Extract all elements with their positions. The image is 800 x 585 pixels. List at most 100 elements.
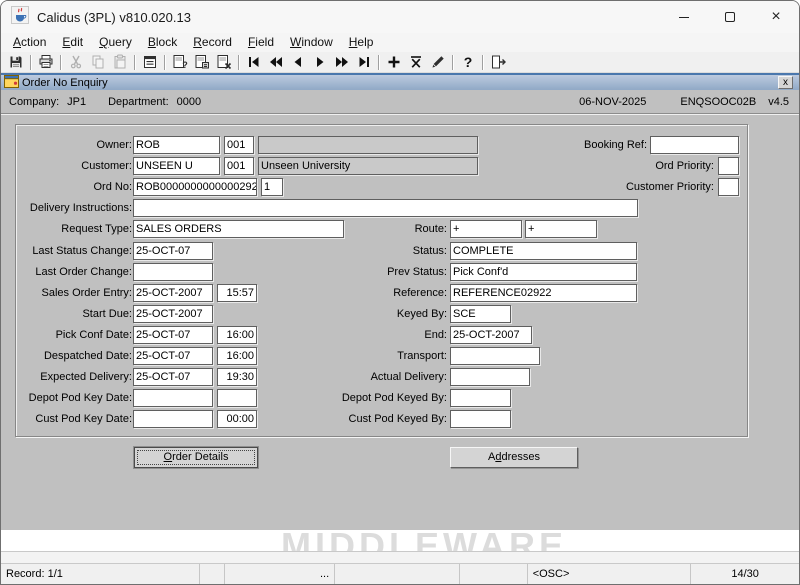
first-record-icon[interactable] (243, 53, 265, 71)
last-order-change-input[interactable] (133, 263, 213, 281)
customer-input[interactable]: UNSEEN U (133, 157, 220, 175)
owner-input[interactable]: ROB (133, 136, 220, 154)
list-values-icon[interactable] (139, 53, 161, 71)
enter-query-icon[interactable]: ? (169, 53, 191, 71)
transport-input[interactable] (450, 347, 540, 365)
toolbar-separator (238, 55, 240, 70)
route-input-1[interactable]: + (450, 220, 522, 238)
menu-item-field[interactable]: Field (240, 34, 282, 51)
booking-ref-input[interactable] (650, 136, 739, 154)
close-button[interactable]: × (753, 1, 799, 33)
despatched-date-label: Despatched Date: (18, 350, 132, 362)
depot-pod-key-date-input[interactable] (133, 389, 213, 407)
window-title: Calidus (3PL) v810.020.13 (37, 10, 191, 25)
customer-name-display: Unseen University (258, 157, 478, 175)
expected-delivery-date-input[interactable]: 25-OCT-07 (133, 368, 213, 386)
current-date: 06-NOV-2025 (579, 96, 646, 108)
paste-icon (109, 53, 131, 71)
menu-item-edit[interactable]: Edit (54, 34, 91, 51)
print-icon[interactable] (35, 53, 57, 71)
end-input[interactable]: 25-OCT-2007 (450, 326, 532, 344)
cancel-query-icon[interactable] (213, 53, 235, 71)
menu-item-help[interactable]: Help (341, 34, 382, 51)
customer-seq-input[interactable]: 001 (224, 157, 254, 175)
menu-item-query[interactable]: Query (91, 34, 140, 51)
sales-order-entry-date-input[interactable]: 25-OCT-2007 (133, 284, 213, 302)
pick-conf-time-input[interactable]: 16:00 (217, 326, 257, 344)
middleware-watermark: MIDDLEWARE (281, 530, 567, 551)
next-record-icon[interactable] (309, 53, 331, 71)
ord-no-seq-input[interactable]: 1 (261, 178, 283, 196)
os-titlebar: Calidus (3PL) v810.020.13 × (1, 1, 799, 33)
row-sales-order-entry: Sales Order Entry: 25-OCT-2007 15:57 Ref… (16, 284, 747, 302)
actual-delivery-input[interactable] (450, 368, 530, 386)
last-record-icon[interactable] (353, 53, 375, 71)
start-due-input[interactable]: 25-OCT-2007 (133, 305, 213, 323)
company-label: Company: (9, 96, 59, 108)
minimize-button[interactable] (661, 1, 707, 33)
addresses-button[interactable]: Addresses (450, 447, 578, 468)
insert-record-icon[interactable] (383, 53, 405, 71)
toolbar-separator (134, 55, 136, 70)
watermark-strip: MIDDLEWARE (1, 530, 799, 551)
row-last-status-change: Last Status Change: 25-OCT-07 Status: CO… (16, 242, 747, 260)
menu-item-record[interactable]: Record (185, 34, 240, 51)
status-label: Status: (332, 245, 447, 257)
maximize-button[interactable] (707, 1, 753, 33)
cut-icon (65, 53, 87, 71)
ord-priority-input[interactable] (718, 157, 739, 175)
svg-text:?: ? (182, 60, 188, 70)
form-title: Order No Enquiry (22, 77, 108, 89)
pick-conf-date-label: Pick Conf Date: (18, 329, 132, 341)
menu-item-action[interactable]: Action (5, 34, 54, 51)
copy-icon (87, 53, 109, 71)
delivery-instructions-input[interactable] (133, 199, 638, 217)
save-icon[interactable] (5, 53, 27, 71)
depot-pod-keyed-by-input[interactable] (450, 389, 511, 407)
end-label: End: (332, 329, 447, 341)
expected-delivery-label: Expected Delivery: (18, 371, 132, 383)
cust-pod-key-date-input[interactable] (133, 410, 213, 428)
toolbar-separator (482, 55, 484, 70)
delete-record-icon[interactable] (405, 53, 427, 71)
route-input-2[interactable]: + (525, 220, 597, 238)
ord-no-input[interactable]: ROB00000000000002922 (133, 178, 257, 196)
exit-icon[interactable] (487, 53, 509, 71)
cust-pod-key-time-input[interactable]: 00:00 (217, 410, 257, 428)
previous-block-icon[interactable] (265, 53, 287, 71)
order-details-button[interactable]: Order Details (134, 447, 258, 468)
lock-record-icon[interactable] (427, 53, 449, 71)
sales-order-entry-time-input[interactable]: 15:57 (217, 284, 257, 302)
customer-priority-label: Customer Priority: (516, 181, 714, 193)
page-indicator: 14/30 (691, 564, 799, 584)
despatched-date-input[interactable]: 25-OCT-07 (133, 347, 213, 365)
previous-record-icon[interactable] (287, 53, 309, 71)
customer-priority-input[interactable] (718, 178, 739, 196)
toolbar-separator (452, 55, 454, 70)
toolbar-separator (30, 55, 32, 70)
owner-name-display (258, 136, 478, 154)
row-request-type: Request Type: SALES ORDERS Route: + + (16, 220, 747, 238)
request-type-input[interactable]: SALES ORDERS (133, 220, 344, 238)
maximize-icon (725, 12, 735, 22)
despatched-time-input[interactable]: 16:00 (217, 347, 257, 365)
keyed-by-input[interactable]: SCE (450, 305, 511, 323)
last-order-change-label: Last Order Change: (18, 266, 132, 278)
reference-input[interactable]: REFERENCE02922 (450, 284, 637, 302)
last-status-change-input[interactable]: 25-OCT-07 (133, 242, 213, 260)
owner-seq-input[interactable]: 001 (224, 136, 254, 154)
execute-query-icon[interactable] (191, 53, 213, 71)
reference-label: Reference: (332, 287, 447, 299)
help-icon[interactable]: ? (457, 53, 479, 71)
expected-delivery-time-input[interactable]: 19:30 (217, 368, 257, 386)
depot-pod-key-time-input[interactable] (217, 389, 257, 407)
next-block-icon[interactable] (331, 53, 353, 71)
row-despatched-date: Despatched Date: 25-OCT-07 16:00 Transpo… (16, 347, 747, 365)
form-close-button[interactable]: x (778, 76, 793, 89)
pick-conf-date-input[interactable]: 25-OCT-07 (133, 326, 213, 344)
menu-item-block[interactable]: Block (140, 34, 185, 51)
menu-item-window[interactable]: Window (282, 34, 341, 51)
status-input[interactable]: COMPLETE (450, 242, 637, 260)
prev-status-input[interactable]: Pick Conf'd (450, 263, 637, 281)
cust-pod-keyed-by-input[interactable] (450, 410, 511, 428)
